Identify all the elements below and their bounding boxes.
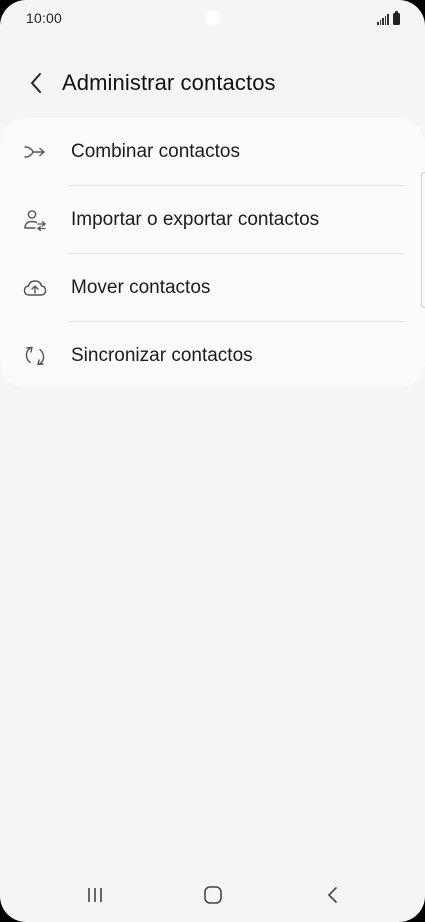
status-icons	[377, 11, 400, 25]
menu-item-label: Mover contactos	[71, 277, 211, 298]
recents-icon	[88, 888, 102, 902]
menu-item-label: Sincronizar contactos	[71, 345, 253, 366]
app-header: Administrar contactos	[0, 60, 425, 106]
status-bar: 10:00	[0, 0, 425, 38]
signal-icon	[377, 14, 389, 25]
back-button[interactable]	[20, 66, 52, 100]
menu-item-mover-contactos[interactable]: Mover contactos	[0, 254, 425, 322]
menu-card: Combinar contactos Importar o exportar c…	[0, 118, 425, 388]
home-icon	[204, 886, 222, 904]
system-back-button[interactable]	[313, 880, 353, 910]
back-icon	[328, 887, 337, 903]
chevron-left-icon	[31, 73, 41, 93]
person-transfer-icon	[23, 208, 47, 232]
menu-item-importar-exportar[interactable]: Importar o exportar contactos	[0, 186, 425, 254]
front-camera	[205, 10, 221, 26]
recents-button[interactable]	[75, 880, 115, 910]
page-title: Administrar contactos	[62, 70, 276, 95]
battery-icon	[393, 11, 400, 25]
sync-icon	[23, 344, 47, 368]
phone-screen: 10:00 Administrar contactos Combinar con…	[0, 0, 425, 922]
home-button[interactable]	[193, 880, 233, 910]
cloud-upload-icon	[23, 276, 47, 300]
menu-item-combinar-contactos[interactable]: Combinar contactos	[0, 118, 425, 186]
menu-item-sincronizar-contactos[interactable]: Sincronizar contactos	[0, 322, 425, 390]
navigation-bar	[0, 866, 425, 922]
scrollbar[interactable]	[421, 172, 425, 308]
menu-item-label: Combinar contactos	[71, 141, 240, 162]
menu-item-label: Importar o exportar contactos	[71, 209, 320, 230]
merge-arrow-icon	[23, 140, 47, 164]
status-time: 10:00	[26, 10, 63, 26]
